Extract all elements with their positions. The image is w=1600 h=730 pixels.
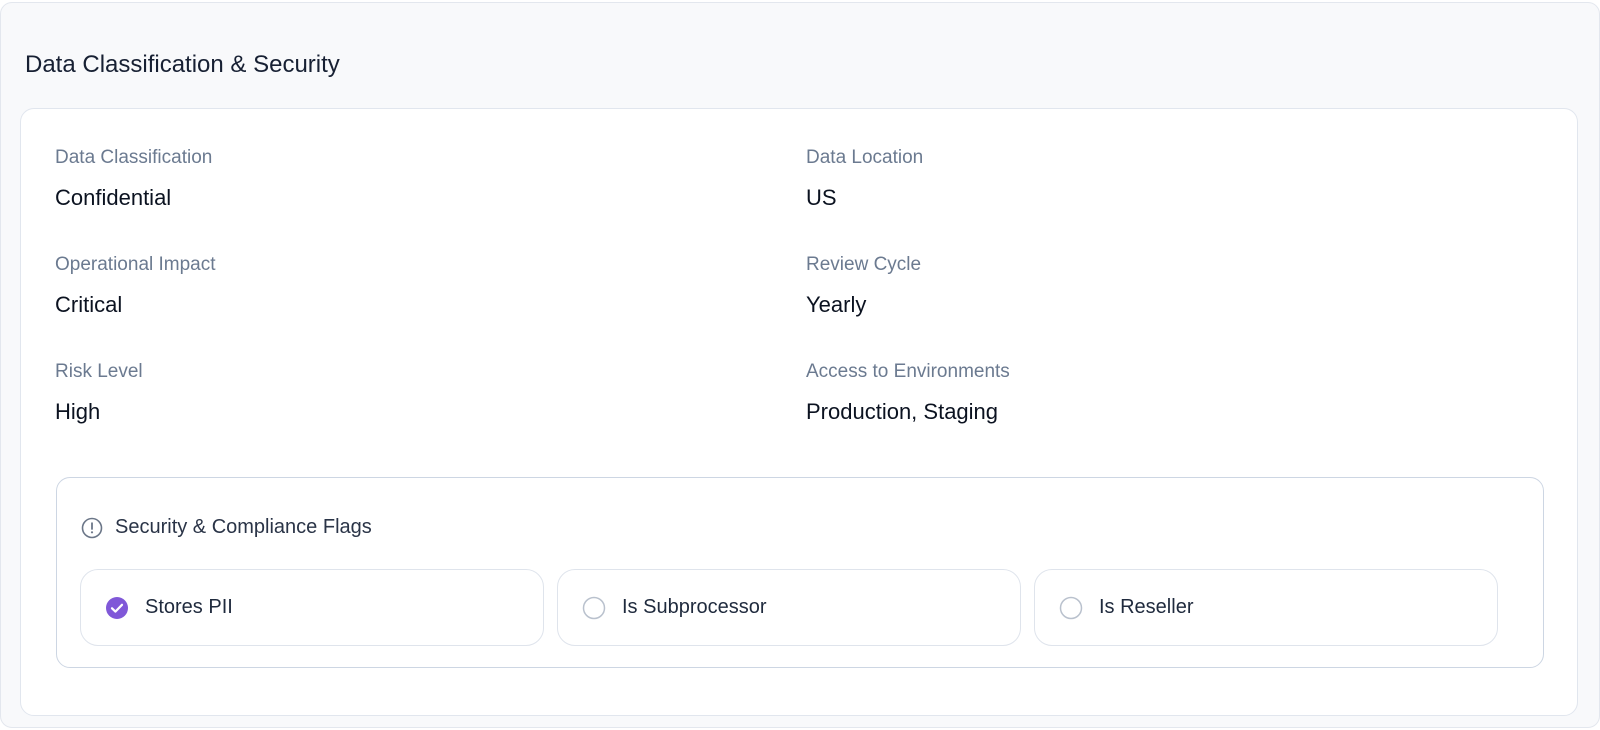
field-label: Access to Environments (806, 361, 1010, 382)
alert-circle-icon (81, 517, 103, 539)
field-label: Data Location (806, 147, 924, 168)
field-label: Operational Impact (55, 254, 216, 275)
field-operational-impact: Operational Impact Critical (55, 254, 755, 318)
field-value: Yearly (806, 292, 867, 317)
details-card: Data Classification Confidential Data Lo… (20, 108, 1578, 716)
field-access-environments: Access to Environments Production, Stagi… (806, 361, 1506, 425)
flag-label: Is Subprocessor (622, 596, 767, 618)
flag-is-reseller[interactable]: Is Reseller (1034, 569, 1498, 646)
field-label: Risk Level (55, 361, 143, 382)
flag-stores-pii[interactable]: Stores PII (80, 569, 544, 646)
field-label: Data Classification (55, 147, 213, 168)
section-title: Data Classification & Security (25, 51, 340, 78)
checkbox-checked-icon[interactable] (105, 596, 129, 620)
field-value: Confidential (55, 185, 172, 210)
field-data-classification: Data Classification Confidential (55, 147, 755, 211)
field-label: Review Cycle (806, 254, 922, 275)
field-value: Critical (55, 292, 123, 317)
flags-header: Security & Compliance Flags (81, 516, 372, 539)
flag-label: Is Reseller (1099, 596, 1194, 618)
checkbox-unchecked-icon[interactable] (1059, 596, 1083, 620)
checkbox-unchecked-icon[interactable] (582, 596, 606, 620)
field-risk-level: Risk Level High (55, 361, 755, 425)
field-data-location: Data Location US (806, 147, 1506, 211)
classification-security-panel: Data Classification & Security Data Clas… (0, 2, 1600, 728)
field-value: Production, Staging (806, 399, 999, 424)
field-value: US (806, 185, 837, 210)
field-review-cycle: Review Cycle Yearly (806, 254, 1506, 318)
flag-label: Stores PII (145, 596, 233, 618)
field-value: High (55, 399, 101, 424)
security-compliance-flags: Security & Compliance Flags Stores PII I… (56, 477, 1544, 668)
flags-title: Security & Compliance Flags (115, 516, 372, 538)
flag-is-subprocessor[interactable]: Is Subprocessor (557, 569, 1021, 646)
